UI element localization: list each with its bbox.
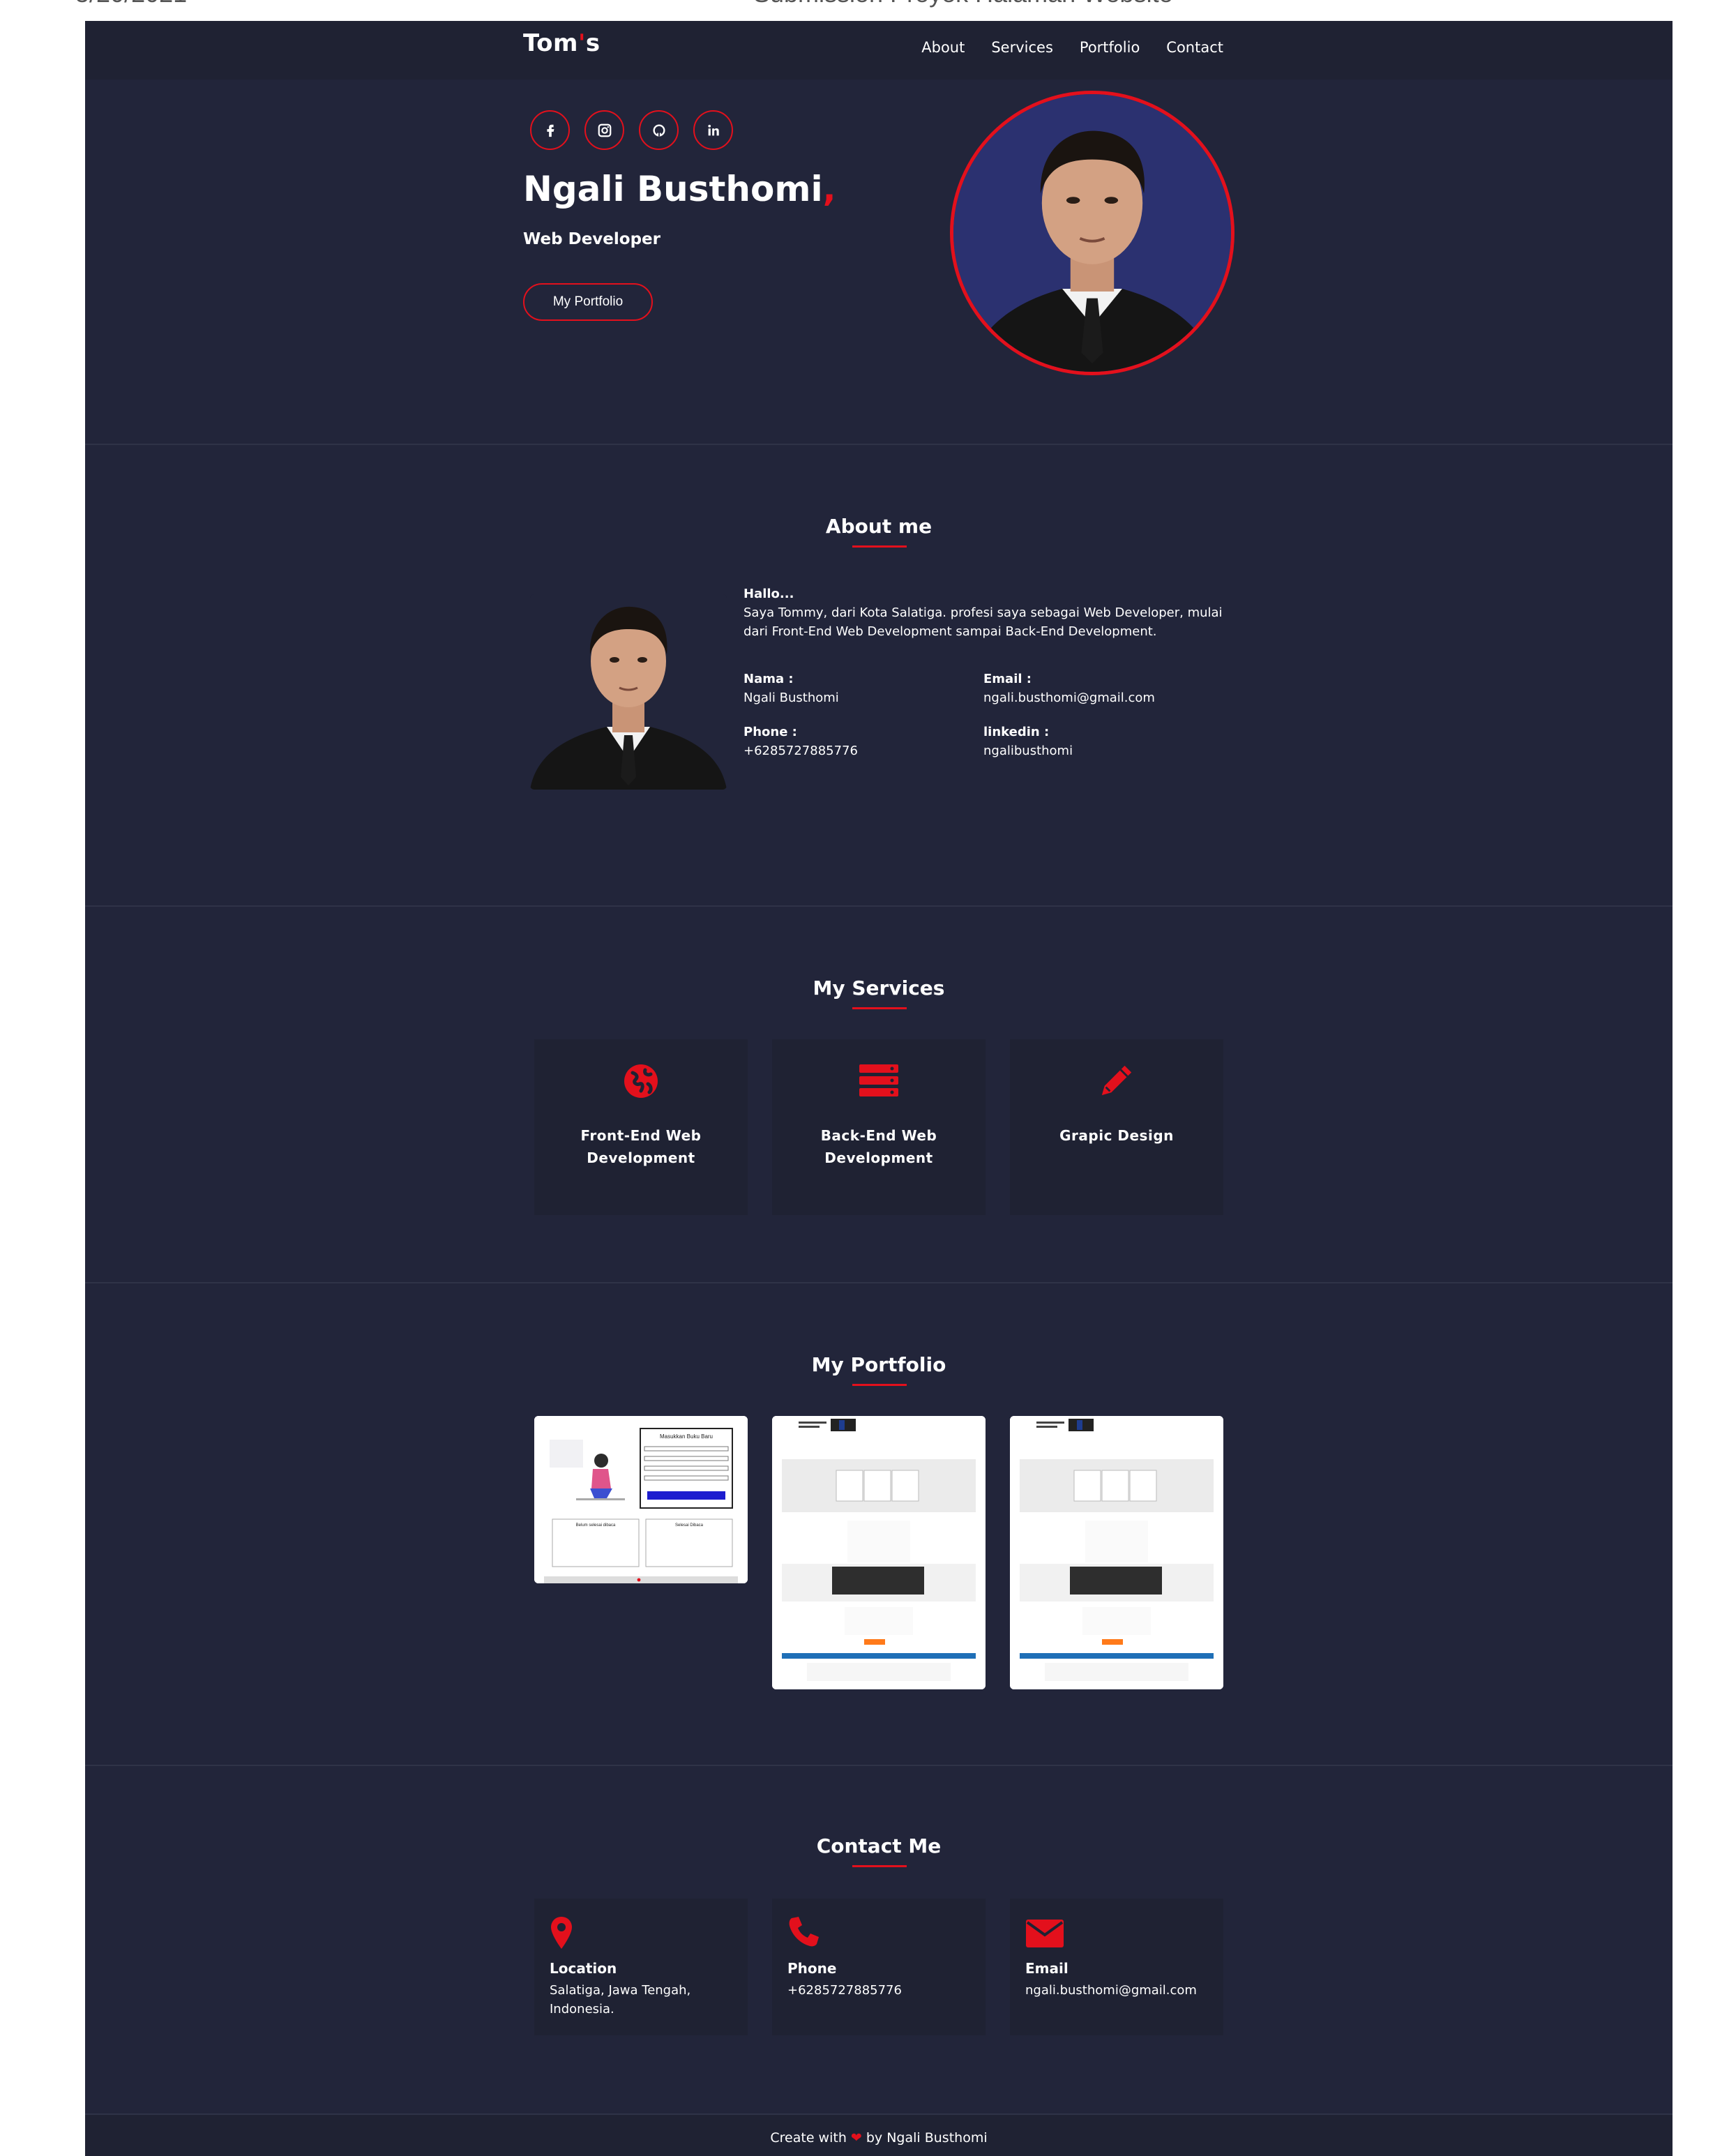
info-name-value: Ngali Busthomi	[743, 691, 839, 705]
print-date: 5/20/2021	[75, 0, 187, 8]
info-phone: Phone : +6285727885776	[743, 723, 858, 760]
info-linkedin-value: ngalibusthomi	[983, 744, 1073, 758]
nav-portfolio[interactable]: Portfolio	[1080, 39, 1140, 56]
pencil-icon	[1010, 1063, 1223, 1099]
heart-icon: ❤	[850, 2130, 862, 2146]
service-card-design: Grapic Design	[1010, 1039, 1223, 1215]
nav-links: About Services Portfolio Contact	[921, 39, 1223, 56]
nav-contact[interactable]: Contact	[1166, 39, 1223, 56]
footer: Create with ❤ by Ngali Busthomi	[85, 2113, 1673, 2156]
section-divider	[85, 444, 1673, 445]
contact-label: Location	[550, 1960, 617, 1977]
contact-label: Email	[1025, 1960, 1069, 1977]
contact-value: +6285727885776	[787, 1983, 902, 1998]
section-divider	[85, 1282, 1673, 1283]
hero-name: Ngali Busthomi,	[523, 169, 836, 209]
navbar: Tom's About Services Portfolio Contact	[85, 21, 1673, 80]
info-linkedin: linkedin : ngalibusthomi	[983, 723, 1073, 760]
info-linkedin-label: linkedin :	[983, 725, 1050, 739]
hero-role: Web Developer	[523, 230, 660, 248]
footer-text: Create with ❤ by Ngali Busthomi	[85, 2130, 1673, 2146]
info-email: Email : ngali.busthomi@gmail.com	[983, 670, 1155, 707]
service-label: Grapic Design	[1059, 1127, 1174, 1144]
contact-card-phone: Phone +6285727885776	[772, 1899, 986, 2035]
about-profile-photo	[530, 594, 727, 790]
phone-icon	[787, 1915, 820, 1950]
portfolio-item-landing-2[interactable]	[1010, 1416, 1223, 1689]
brand-logo[interactable]: Tom's	[523, 29, 601, 57]
my-portfolio-button[interactable]: My Portfolio	[523, 283, 653, 321]
nav-about[interactable]: About	[921, 39, 965, 56]
info-phone-value: +6285727885776	[743, 744, 858, 758]
service-card-backend: Back-End Web Development	[772, 1039, 986, 1215]
info-email-value: ngali.busthomi@gmail.com	[983, 691, 1155, 705]
nav-services[interactable]: Services	[991, 39, 1053, 56]
portfolio-title-underline	[852, 1384, 907, 1386]
about-title: About me	[825, 515, 933, 538]
envelope-icon	[1025, 1915, 1064, 1950]
footer-text-after: by Ngali Busthomi	[866, 2130, 988, 2146]
about-title-underline	[852, 545, 907, 548]
facebook-icon[interactable]	[530, 110, 570, 150]
service-card-frontend: Front-End Web Development	[534, 1039, 748, 1215]
about-intro: Hallo... Saya Tommy, dari Kota Salatiga.…	[743, 585, 1232, 641]
section-divider	[85, 905, 1673, 907]
web-page: Tom's About Services Portfolio Contact N…	[85, 21, 1673, 2156]
server-icon	[772, 1063, 986, 1099]
info-email-label: Email :	[983, 672, 1032, 686]
info-phone-label: Phone :	[743, 725, 797, 739]
thumb-read: Selesai Dibaca	[675, 1523, 704, 1528]
portfolio-item-landing-1[interactable]	[772, 1416, 986, 1689]
print-title: Submission Proyek Halaman Website	[753, 0, 1173, 8]
contact-value: ngali.busthomi@gmail.com	[1025, 1983, 1197, 1998]
hero-profile-photo	[950, 91, 1235, 375]
about-description: Saya Tommy, dari Kota Salatiga. profesi …	[743, 605, 1223, 639]
contact-label: Phone	[787, 1960, 837, 1977]
contact-card-location: Location Salatiga, Jawa Tengah, Indonesi…	[534, 1899, 748, 2035]
contact-title: Contact Me	[816, 1834, 942, 1857]
thumb-unread: Belum selesai dibaca	[576, 1523, 616, 1528]
github-icon[interactable]	[639, 110, 679, 150]
service-label: Back-End Web Development	[820, 1127, 937, 1166]
service-label: Front-End Web Development	[580, 1127, 702, 1166]
info-name-label: Nama :	[743, 672, 794, 686]
services-title: My Services	[813, 977, 945, 1000]
thumb-heading: Masukkan Buku Baru	[660, 1433, 713, 1440]
portfolio-title: My Portfolio	[811, 1353, 946, 1376]
portfolio-item-bookshelf[interactable]: Masukkan Buku Baru Belum selesai dibaca …	[534, 1416, 748, 1583]
section-divider	[85, 1765, 1673, 1766]
social-links	[530, 110, 733, 150]
print-header: 5/20/2021 Submission Proyek Halaman Webs…	[0, 0, 1729, 21]
about-greeting: Hallo...	[743, 587, 794, 601]
globe-icon	[534, 1063, 748, 1099]
map-pin-icon	[550, 1915, 573, 1950]
info-name: Nama : Ngali Busthomi	[743, 670, 839, 707]
contact-title-underline	[852, 1865, 907, 1867]
services-title-underline	[852, 1007, 907, 1009]
instagram-icon[interactable]	[584, 110, 624, 150]
contact-value: Salatiga, Jawa Tengah, Indonesia.	[550, 1983, 691, 2016]
footer-text-before: Create with	[770, 2130, 847, 2146]
linkedin-icon[interactable]	[693, 110, 733, 150]
contact-card-email: Email ngali.busthomi@gmail.com	[1010, 1899, 1223, 2035]
